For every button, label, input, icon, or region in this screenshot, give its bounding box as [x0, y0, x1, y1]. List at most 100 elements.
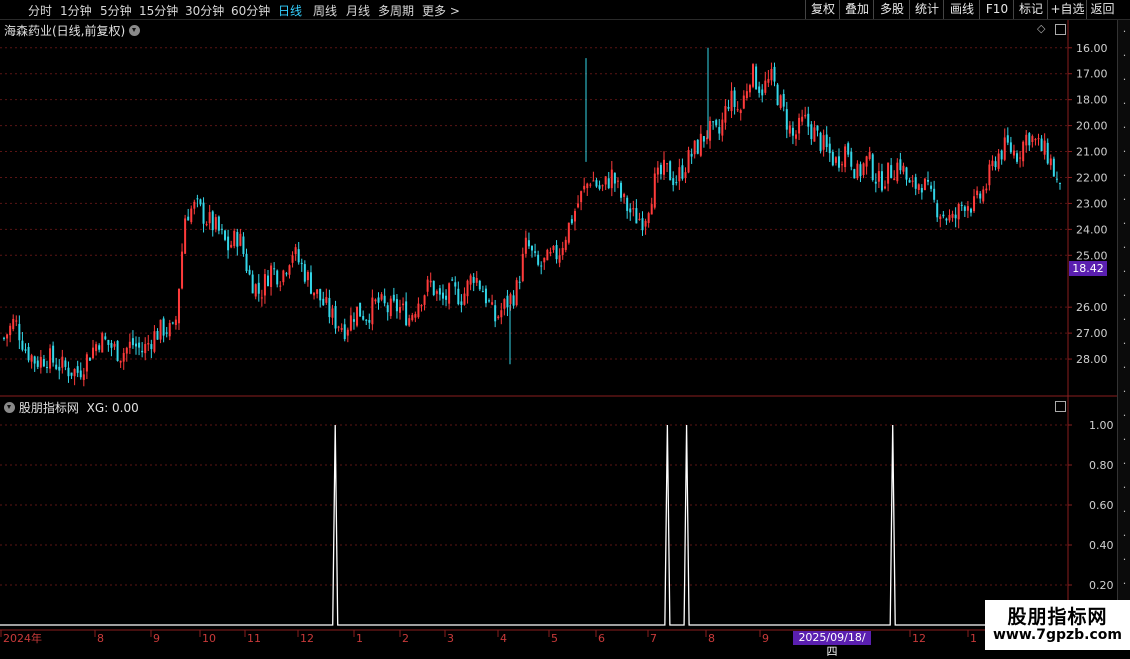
chevron-down-icon[interactable] — [4, 402, 15, 413]
candle-body — [868, 152, 871, 160]
candle-body — [911, 180, 914, 182]
candle-body — [9, 325, 12, 336]
candle-body — [356, 306, 359, 326]
candle-body — [629, 208, 632, 213]
period-tab-9[interactable]: 多周期 — [378, 2, 414, 19]
candle-body — [303, 264, 306, 282]
candle-body — [564, 239, 567, 250]
candle-body — [844, 146, 847, 168]
candle-body — [537, 254, 540, 265]
side-panel-glyph: · — [1122, 577, 1127, 590]
period-tab-8[interactable]: 月线 — [346, 2, 370, 19]
toolbar-button-0[interactable]: 复权 — [805, 0, 840, 19]
indicator-value: XG: 0.00 — [86, 401, 139, 415]
candle-body — [242, 236, 245, 254]
candle-body — [841, 164, 844, 166]
candle-body — [448, 283, 451, 304]
candle-body — [758, 86, 761, 93]
toolbar-button-7[interactable]: +自选 — [1047, 0, 1087, 19]
candle-body — [1052, 158, 1055, 177]
candle-body — [334, 306, 337, 329]
period-tab-10[interactable]: 更多 > — [422, 2, 460, 19]
candle-body — [969, 208, 972, 213]
candle-body — [742, 95, 745, 109]
side-panel-glyph: · — [1122, 25, 1127, 38]
candle-body — [773, 66, 776, 82]
period-tab-1[interactable]: 1分钟 — [60, 2, 92, 19]
toolbar-button-4[interactable]: 画线 — [943, 0, 980, 19]
right-side-panel[interactable]: ························· — [1117, 20, 1130, 650]
candle-body — [313, 292, 316, 296]
candle-body — [217, 216, 220, 231]
candle-body — [267, 275, 269, 286]
candle-body — [273, 268, 276, 270]
period-tab-4[interactable]: 30分钟 — [185, 2, 224, 19]
candle-body — [795, 134, 797, 139]
candle-body — [352, 319, 355, 322]
candle-body — [472, 276, 475, 283]
candle-body — [782, 93, 785, 107]
x-tick-label: 5 — [551, 632, 558, 645]
toolbar-button-5[interactable]: F10 — [979, 0, 1014, 19]
candle-body — [478, 280, 481, 290]
candle-body — [623, 194, 626, 197]
candle-body — [58, 366, 61, 371]
candle-body — [567, 222, 570, 243]
candle-body — [524, 237, 527, 254]
candle-body — [205, 224, 208, 226]
watermark-title: 股朋指标网 — [1007, 606, 1108, 628]
candle-body — [939, 216, 942, 220]
indicator-title[interactable]: 股朋指标网 XG: 0.00 — [4, 399, 139, 416]
candle-body — [435, 291, 438, 294]
period-tab-2[interactable]: 5分钟 — [100, 2, 132, 19]
period-tab-7[interactable]: 周线 — [313, 2, 337, 19]
candle-body — [884, 186, 887, 189]
candle-body — [607, 178, 610, 189]
period-tab-5[interactable]: 60分钟 — [231, 2, 270, 19]
candle-body — [6, 334, 9, 339]
candle-body — [856, 163, 859, 179]
maximize-icon[interactable] — [1055, 401, 1066, 412]
candle-body — [116, 340, 119, 362]
candle-body — [558, 255, 561, 263]
candle-body — [177, 288, 180, 324]
candle-body — [874, 181, 877, 184]
candle-body — [927, 179, 929, 182]
toolbar-button-3[interactable]: 统计 — [909, 0, 944, 19]
candle-body — [362, 316, 365, 320]
toolbar-button-1[interactable]: 叠加 — [839, 0, 874, 19]
toolbar-button-8[interactable]: 返回 — [1086, 0, 1118, 19]
period-tab-3[interactable]: 15分钟 — [139, 2, 178, 19]
candle-body — [389, 298, 392, 317]
candle-body — [675, 182, 678, 184]
candle-body — [681, 165, 684, 179]
toolbar-button-6[interactable]: 标记 — [1013, 0, 1048, 19]
maximize-icon[interactable] — [1055, 24, 1066, 35]
chevron-down-icon[interactable] — [129, 25, 141, 36]
candle-body — [460, 301, 463, 306]
toolbar-button-2[interactable]: 多股 — [873, 0, 910, 19]
period-tab-6[interactable]: 日线 — [278, 2, 302, 19]
main-chart-title[interactable]: 海森药业(日线,前复权) — [4, 22, 141, 39]
candle-body — [1022, 141, 1025, 162]
candle-body — [801, 116, 804, 122]
candle-body — [162, 318, 165, 336]
diamond-icon[interactable]: ◇ — [1037, 22, 1045, 35]
candle-body — [12, 318, 15, 330]
candle-body — [18, 323, 21, 341]
candle-body — [27, 346, 30, 361]
candle-body — [515, 280, 518, 306]
candle-body — [254, 284, 257, 297]
candle-body — [276, 270, 279, 285]
candle-body — [325, 297, 328, 303]
xg-signal-series — [0, 424, 1068, 626]
candle-body — [441, 292, 444, 299]
period-tab-0[interactable]: 分时 — [28, 2, 52, 19]
candle-body — [1040, 138, 1043, 152]
chart-canvas[interactable]: 28.0027.0026.0025.0024.0023.0022.0021.00… — [0, 20, 1117, 650]
side-panel-glyph: · — [1122, 361, 1127, 374]
x-tick-label: 4 — [500, 632, 507, 645]
candle-body — [159, 319, 162, 340]
side-panel-glyph: · — [1122, 241, 1127, 254]
x-tick-label: 9 — [153, 632, 160, 645]
